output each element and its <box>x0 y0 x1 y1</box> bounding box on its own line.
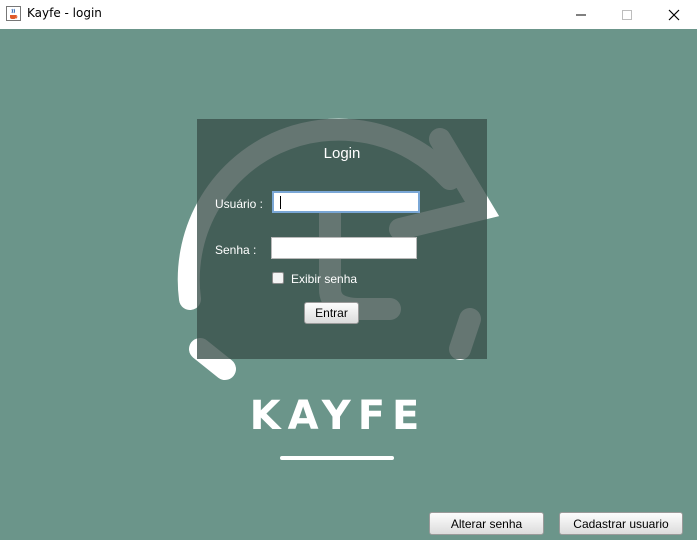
title-bar: Kayfe - login <box>0 0 697 29</box>
brand-underline <box>280 456 394 460</box>
login-panel: Login Usuário : Senha : Exibir senha Ent… <box>197 119 487 359</box>
minimize-icon <box>576 14 586 15</box>
close-button[interactable] <box>651 0 697 29</box>
username-label: Usuário : <box>215 197 264 211</box>
brand-logo-text: KAYFE <box>249 393 427 439</box>
login-button[interactable]: Entrar <box>304 302 359 324</box>
change-password-button[interactable]: Alterar senha <box>429 512 544 535</box>
show-password-checkbox[interactable] <box>272 272 284 284</box>
login-title: Login <box>323 145 361 162</box>
username-field[interactable] <box>272 191 420 213</box>
close-icon <box>668 9 680 20</box>
text-caret <box>280 196 281 209</box>
register-user-button[interactable]: Cadastrar usuario <box>559 512 683 535</box>
minimize-button[interactable] <box>558 0 604 29</box>
show-password-label[interactable]: Exibir senha <box>291 272 357 286</box>
java-cup-icon <box>6 6 21 21</box>
window-title: Kayfe - login <box>27 6 102 20</box>
password-label: Senha : <box>215 243 257 257</box>
password-field[interactable] <box>271 237 417 259</box>
maximize-button[interactable] <box>604 0 650 29</box>
login-window-content: Login Usuário : Senha : Exibir senha Ent… <box>0 29 697 540</box>
maximize-icon <box>622 9 632 20</box>
